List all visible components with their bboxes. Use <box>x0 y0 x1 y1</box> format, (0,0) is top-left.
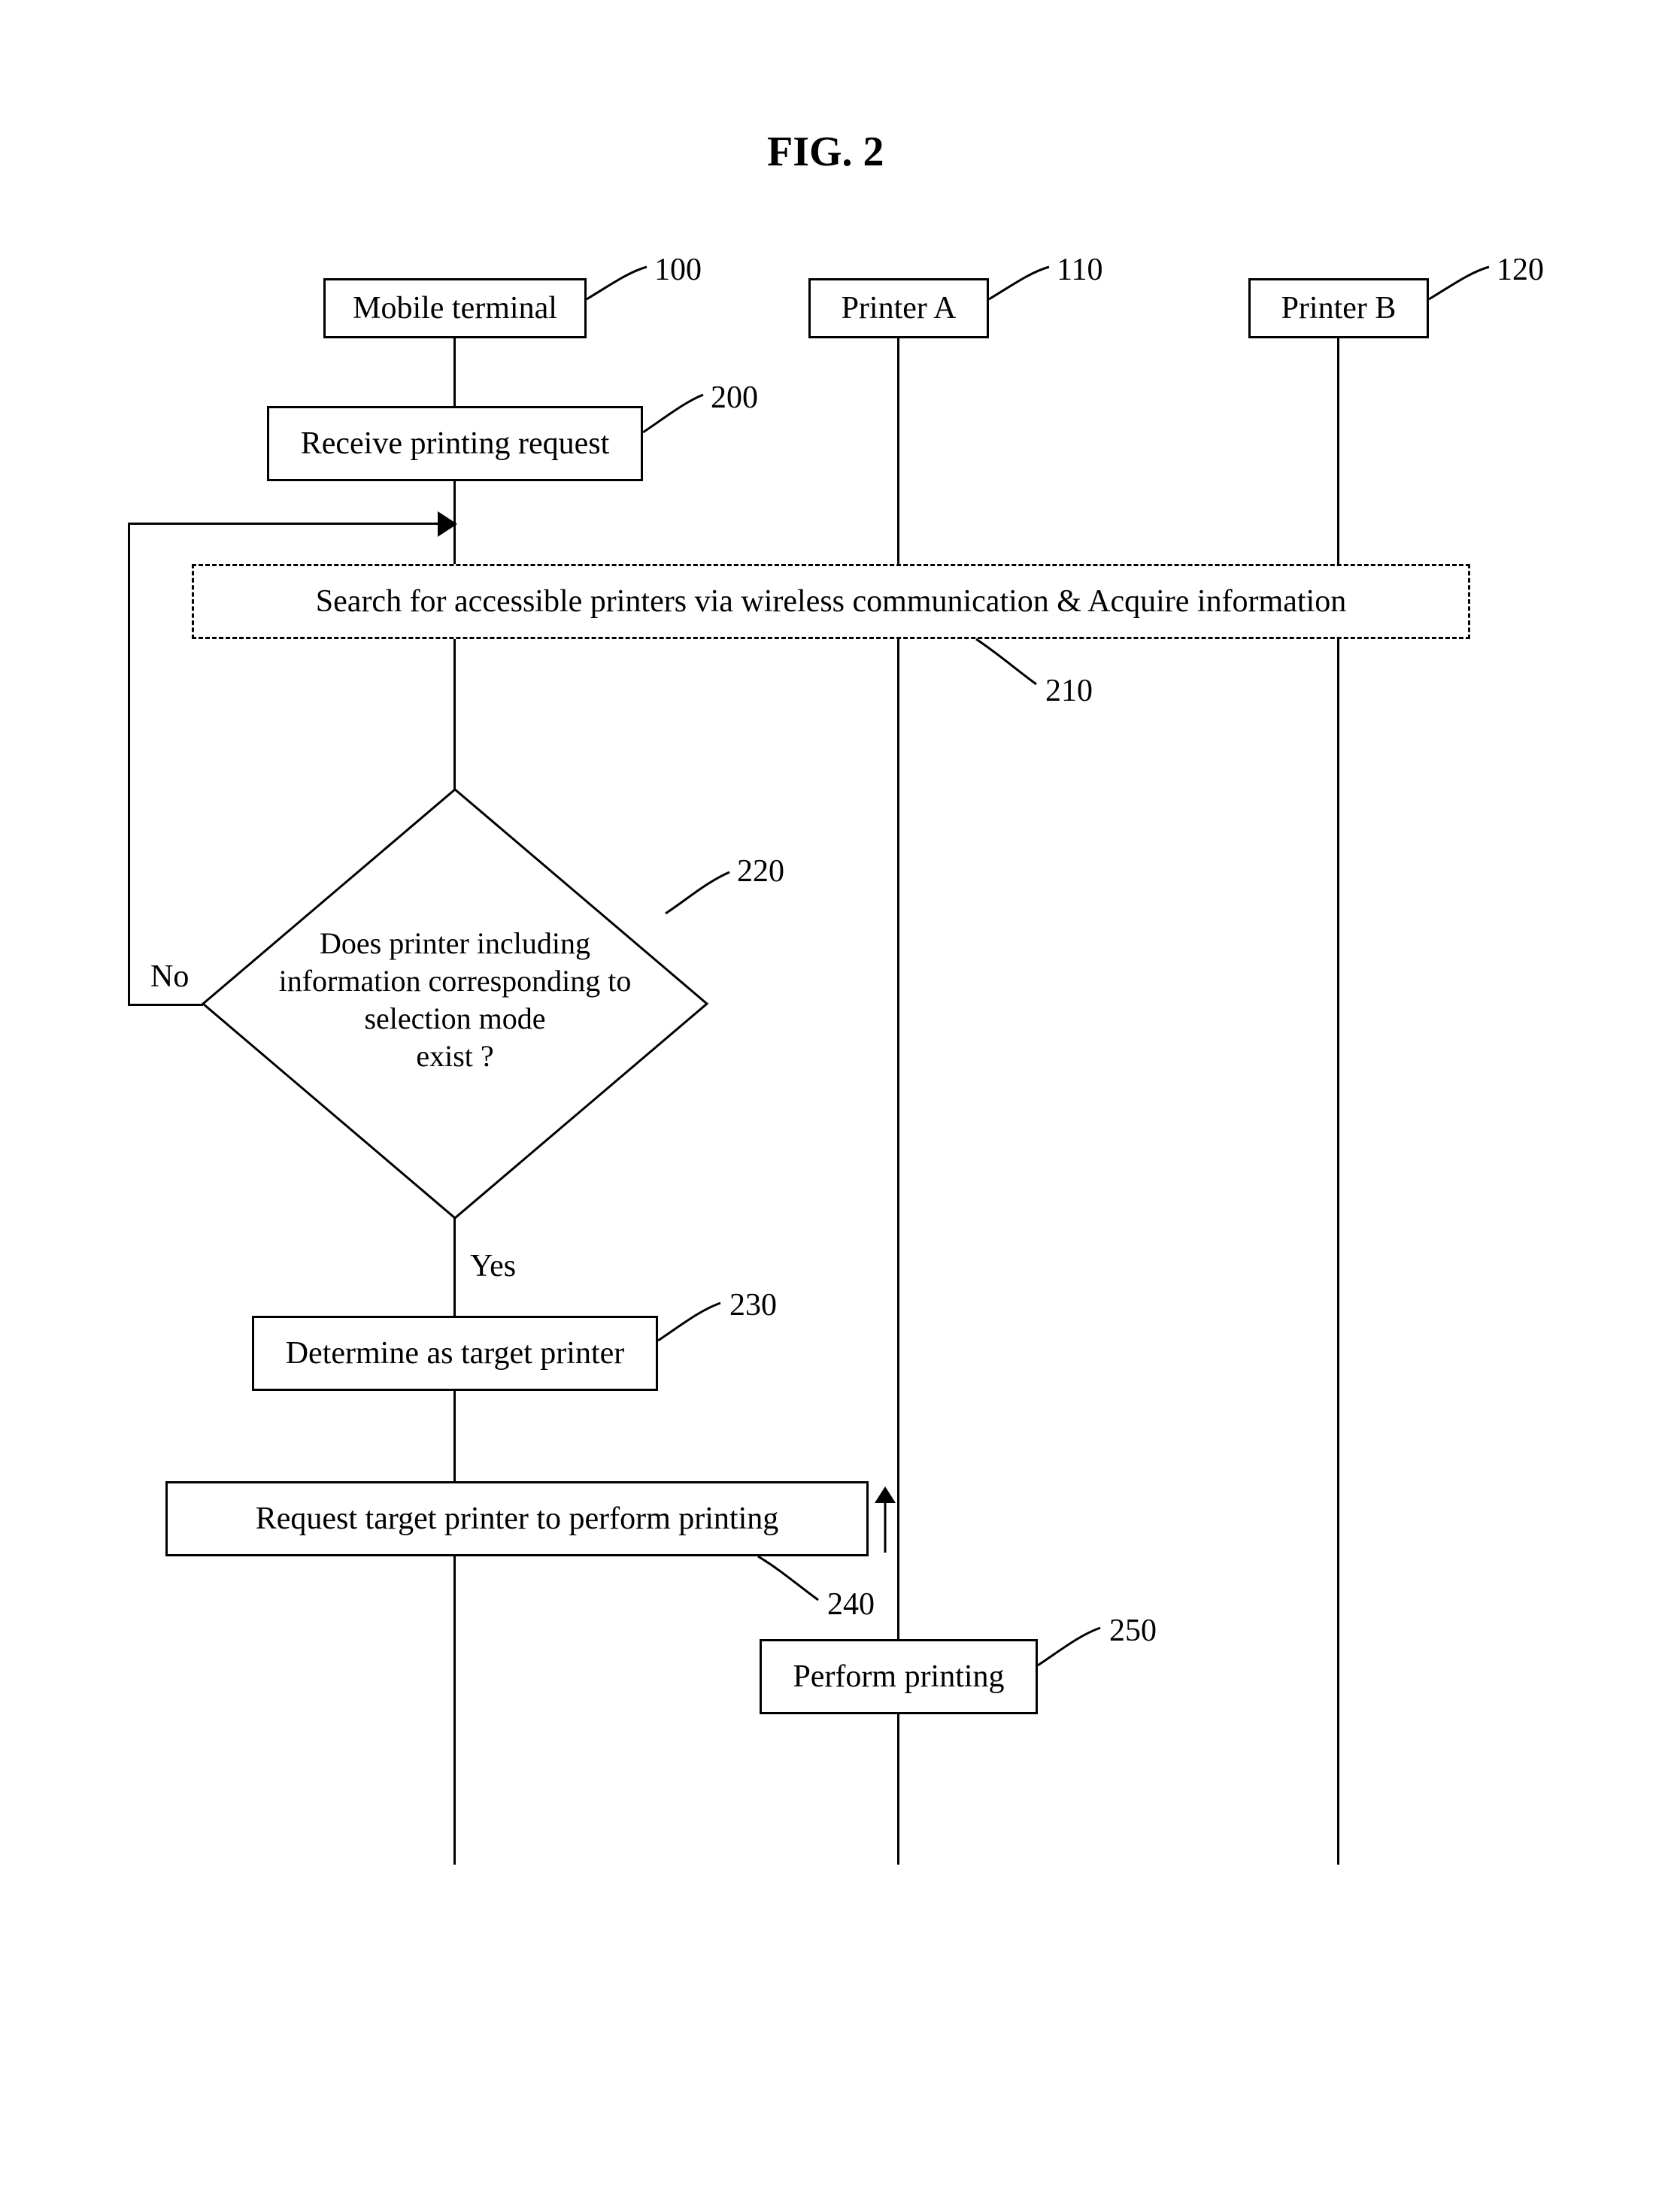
leader-220 <box>666 868 741 925</box>
ref-100: 100 <box>654 252 702 288</box>
ref-210: 210 <box>1045 673 1093 709</box>
ref-250: 250 <box>1109 1613 1157 1649</box>
yes-branch-v <box>453 1218 456 1316</box>
leader-230 <box>658 1299 729 1352</box>
lane-header-mobile-terminal-label: Mobile terminal <box>353 290 557 326</box>
step-240-label: Request target printer to perform printi… <box>256 1501 779 1537</box>
diagram-page: FIG. 2 Mobile terminal 100 Printer A 110… <box>0 0 1665 2212</box>
ref-230: 230 <box>729 1287 777 1323</box>
leader-110 <box>989 263 1057 316</box>
lifeline-printer-a-1 <box>897 338 899 564</box>
step-200-label: Receive printing request <box>301 426 610 462</box>
ref-110: 110 <box>1057 252 1102 288</box>
leader-250 <box>1038 1624 1109 1677</box>
step-210-label: Search for accessible printers via wirel… <box>316 583 1346 620</box>
step-250-label: Perform printing <box>793 1659 1004 1695</box>
step-200: Receive printing request <box>267 406 643 481</box>
leader-200 <box>643 391 711 444</box>
lane-header-printer-a: Printer A <box>808 278 989 338</box>
lane-header-printer-b-label: Printer B <box>1281 290 1397 326</box>
lifeline-printer-b-2 <box>1337 639 1339 1865</box>
lane-header-printer-b: Printer B <box>1248 278 1429 338</box>
step-240: Request target printer to perform printi… <box>165 1481 869 1556</box>
leader-210 <box>976 639 1051 695</box>
lane-header-mobile-terminal: Mobile terminal <box>323 278 587 338</box>
ref-240: 240 <box>827 1586 875 1623</box>
lifeline-mobile-1 <box>453 338 456 406</box>
figure-title: FIG. 2 <box>767 128 884 176</box>
leader-100 <box>587 263 654 316</box>
no-branch-v <box>128 523 130 1006</box>
step-230-label: Determine as target printer <box>286 1335 625 1371</box>
arrow-240-to-printer-a <box>869 1486 902 1553</box>
ref-200: 200 <box>711 380 758 416</box>
line-230-to-240 <box>453 1391 456 1481</box>
leader-240 <box>758 1556 829 1609</box>
no-branch-h2 <box>128 523 440 525</box>
lifeline-mobile-4 <box>453 1556 456 1865</box>
step-210: Search for accessible printers via wirel… <box>192 564 1470 639</box>
yes-label: Yes <box>470 1248 516 1284</box>
ref-220: 220 <box>737 853 784 889</box>
no-label: No <box>150 959 189 995</box>
lifeline-mobile-3 <box>453 639 456 789</box>
step-220-label: Does printer including information corre… <box>256 925 654 1075</box>
leader-120 <box>1429 263 1497 316</box>
no-branch-h1 <box>128 1004 203 1006</box>
no-branch-arrow <box>438 511 460 537</box>
step-250: Perform printing <box>760 1639 1038 1714</box>
lane-header-printer-a-label: Printer A <box>842 290 957 326</box>
ref-120: 120 <box>1497 252 1544 288</box>
step-230: Determine as target printer <box>252 1316 658 1391</box>
lifeline-printer-b-1 <box>1337 338 1339 564</box>
